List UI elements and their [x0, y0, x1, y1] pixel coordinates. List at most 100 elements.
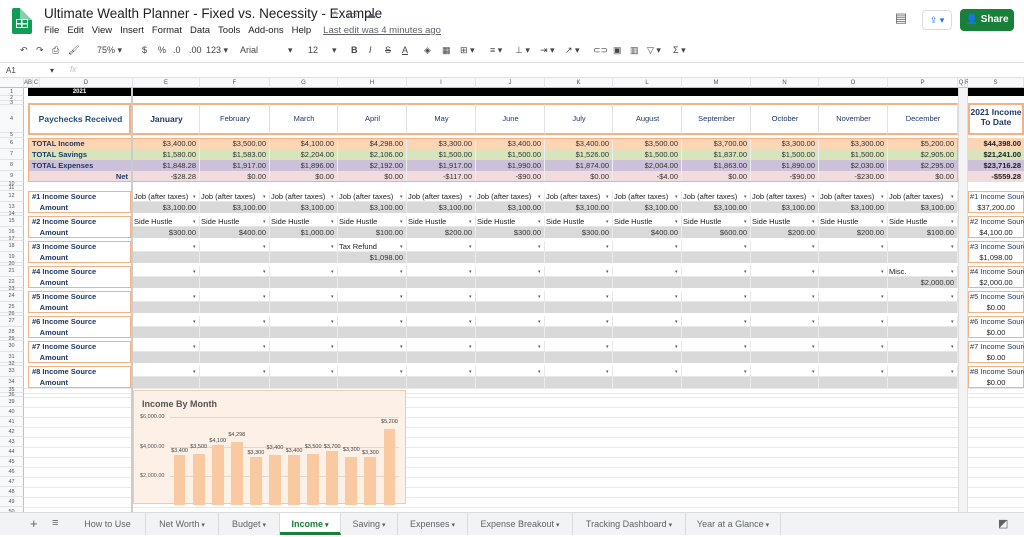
dropdown-arrow-icon[interactable]: ▾: [193, 194, 199, 200]
income-source-select[interactable]: [613, 366, 682, 377]
income-source-select[interactable]: [270, 291, 338, 302]
income-amount[interactable]: [888, 302, 958, 313]
dropdown-arrow-icon[interactable]: ▾: [675, 219, 681, 225]
explore-icon[interactable]: ◩: [998, 517, 1008, 530]
income-source-select[interactable]: [270, 266, 338, 277]
income-amount[interactable]: [338, 352, 407, 363]
column-header-m[interactable]: M: [682, 78, 751, 88]
income-source-select[interactable]: Side Hustle: [545, 216, 613, 227]
dropdown-arrow-icon[interactable]: ▾: [331, 244, 337, 250]
income-source-select[interactable]: [270, 316, 338, 327]
dropdown-arrow-icon[interactable]: ▾: [951, 244, 957, 250]
income-source-select[interactable]: Job (after taxes): [751, 191, 819, 202]
dropdown-arrow-icon[interactable]: ▾: [331, 344, 337, 350]
menu-tools[interactable]: Tools: [218, 25, 240, 36]
chart-bar-october[interactable]: [345, 456, 358, 505]
income-amount[interactable]: [133, 277, 200, 288]
income-amount[interactable]: [270, 377, 338, 388]
income-source-select[interactable]: [407, 341, 476, 352]
italic-button[interactable]: I: [369, 45, 372, 55]
dropdown-arrow-icon[interactable]: ▾: [606, 294, 612, 300]
bold-button[interactable]: B: [351, 45, 358, 55]
dropdown-arrow-icon[interactable]: ▾: [469, 219, 475, 225]
income-amount[interactable]: [682, 327, 751, 338]
dropdown-arrow-icon[interactable]: ▾: [606, 344, 612, 350]
tab-menu-arrow-icon[interactable]: ▾: [323, 522, 329, 529]
cell-reference[interactable]: A1: [6, 66, 16, 75]
month-header-july[interactable]: July: [545, 115, 613, 125]
print-icon[interactable]: ⎙: [52, 45, 59, 56]
row-header-45[interactable]: 45: [0, 457, 24, 467]
sheet-tab-tracking-dashboard[interactable]: Tracking Dashboard ▾: [573, 513, 686, 535]
month-header-september[interactable]: September: [682, 115, 751, 125]
tab-menu-arrow-icon[interactable]: ▾: [554, 522, 560, 529]
dropdown-arrow-icon[interactable]: ▾: [881, 344, 887, 350]
dropdown-arrow-icon[interactable]: ▾: [744, 344, 750, 350]
dropdown-arrow-icon[interactable]: ▾: [812, 194, 818, 200]
dropdown-arrow-icon[interactable]: ▾: [744, 244, 750, 250]
dropdown-arrow-icon[interactable]: ▾: [744, 194, 750, 200]
dropdown-arrow-icon[interactable]: ▾: [193, 369, 199, 375]
select-all-corner[interactable]: [0, 78, 24, 88]
income-amount[interactable]: [819, 302, 888, 313]
income-source-select[interactable]: [545, 266, 613, 277]
row-header-43[interactable]: 43: [0, 437, 24, 447]
column-header-o[interactable]: O: [819, 78, 888, 88]
income-source-select[interactable]: [819, 316, 888, 327]
dropdown-arrow-icon[interactable]: ▾: [400, 294, 406, 300]
income-source-select[interactable]: Side Hustle: [476, 216, 545, 227]
merge-cells-icon[interactable]: ⊞ ▾: [460, 45, 475, 56]
income-amount[interactable]: [682, 277, 751, 288]
income-amount[interactable]: [407, 327, 476, 338]
row-header-7[interactable]: 7: [0, 149, 24, 160]
income-source-select[interactable]: [819, 241, 888, 252]
dropdown-arrow-icon[interactable]: ▾: [675, 319, 681, 325]
income-source-select[interactable]: [888, 366, 958, 377]
income-source-select[interactable]: Tax Refund: [338, 241, 407, 252]
increase-decimal-button[interactable]: .00: [189, 45, 202, 55]
income-amount[interactable]: [200, 302, 270, 313]
income-source-select[interactable]: Job (after taxes): [200, 191, 270, 202]
income-source-select[interactable]: [407, 266, 476, 277]
income-source-select[interactable]: [819, 291, 888, 302]
dropdown-arrow-icon[interactable]: ▾: [469, 344, 475, 350]
column-header-d[interactable]: D: [40, 78, 133, 88]
income-source-select[interactable]: [133, 341, 200, 352]
dropdown-arrow-icon[interactable]: ▾: [263, 369, 269, 375]
income-amount[interactable]: $3,100.00: [682, 202, 751, 213]
zoom-select[interactable]: 75% ▾: [97, 45, 122, 56]
chart-bar-february[interactable]: [192, 453, 205, 505]
dropdown-arrow-icon[interactable]: ▾: [744, 219, 750, 225]
income-amount[interactable]: [338, 377, 407, 388]
all-sheets-icon[interactable]: ≡: [52, 517, 58, 529]
currency-button[interactable]: $: [142, 45, 147, 55]
tab-menu-arrow-icon[interactable]: ▾: [667, 522, 673, 529]
dropdown-arrow-icon[interactable]: ▾: [951, 344, 957, 350]
income-source-select[interactable]: [682, 366, 751, 377]
income-amount[interactable]: $300.00: [545, 227, 613, 238]
font-size-select[interactable]: 12 ▾: [308, 45, 338, 55]
income-source-select[interactable]: [751, 341, 819, 352]
income-amount[interactable]: [200, 377, 270, 388]
income-amount[interactable]: [682, 252, 751, 263]
income-amount[interactable]: [476, 302, 545, 313]
dropdown-arrow-icon[interactable]: ▾: [951, 319, 957, 325]
income-amount[interactable]: $100.00: [338, 227, 407, 238]
income-amount[interactable]: $2,000.00: [888, 277, 958, 288]
tab-menu-arrow-icon[interactable]: ▾: [450, 522, 455, 529]
chart-bar-july[interactable]: [288, 455, 300, 505]
total-ytd[interactable]: $23,716.28: [968, 160, 1024, 171]
menu-help[interactable]: Help: [292, 25, 312, 36]
row-header-41[interactable]: 41: [0, 417, 24, 427]
income-source-select[interactable]: Side Hustle: [888, 216, 958, 227]
column-header-i[interactable]: I: [407, 78, 476, 88]
income-source-select[interactable]: [338, 316, 407, 327]
income-amount[interactable]: [819, 377, 888, 388]
dropdown-arrow-icon[interactable]: ▾: [193, 244, 199, 250]
dropdown-arrow-icon[interactable]: ▾: [263, 344, 269, 350]
income-amount[interactable]: [270, 352, 338, 363]
dropdown-arrow-icon[interactable]: ▾: [606, 369, 612, 375]
income-amount[interactable]: $3,100.00: [545, 202, 613, 213]
income-source-select[interactable]: [613, 266, 682, 277]
income-source-select[interactable]: Job (after taxes): [682, 191, 751, 202]
